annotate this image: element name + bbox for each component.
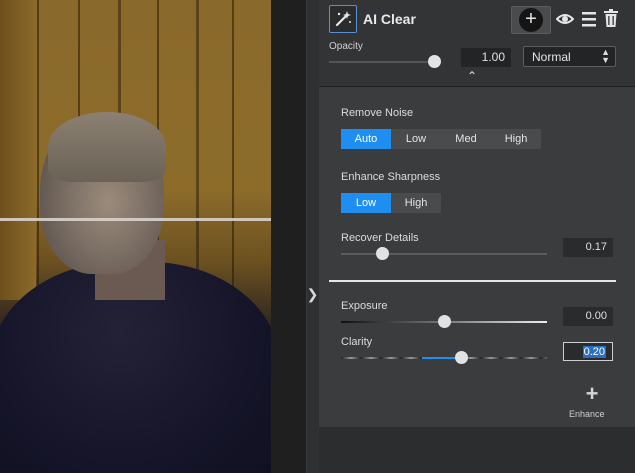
recover-details-slider-track[interactable] — [341, 253, 547, 255]
clarity-label: Clarity — [341, 336, 373, 348]
clarity-value-input[interactable]: 0.20 — [563, 342, 613, 361]
remove-noise-option[interactable]: Auto — [341, 129, 391, 149]
clarity-slider-knob[interactable] — [455, 351, 468, 364]
compare-split-line[interactable] — [0, 218, 271, 221]
blend-mode-value: Normal — [532, 50, 571, 64]
remove-noise-option[interactable]: Med — [441, 129, 491, 149]
panel-bottom — [319, 427, 635, 473]
eye-icon[interactable] — [556, 10, 574, 28]
clarity-value-selected: 0.20 — [582, 346, 606, 358]
section-divider — [329, 280, 616, 282]
remove-noise-segmented: Auto Low Med High — [341, 129, 541, 149]
remove-noise-option[interactable]: High — [491, 129, 541, 149]
chevron-up-icon[interactable]: ⌃ — [465, 70, 479, 82]
opacity-slider-track[interactable] — [329, 61, 439, 63]
panel-collapse-tab[interactable] — [306, 0, 320, 473]
add-circle-icon: + — [519, 8, 543, 32]
remove-noise-label: Remove Noise — [341, 107, 414, 119]
add-mask-button[interactable]: + — [511, 6, 551, 34]
layer-title: AI Clear — [363, 11, 416, 27]
wood-plank-seam — [37, 0, 39, 300]
exposure-slider-knob[interactable] — [438, 315, 451, 328]
recover-details-slider-knob[interactable] — [376, 247, 389, 260]
photo-canvas[interactable] — [0, 0, 271, 473]
opacity-value[interactable]: 1.00 — [461, 48, 511, 67]
magic-wand-icon[interactable] — [329, 5, 357, 33]
enhance-sharpness-label: Enhance Sharpness — [341, 171, 441, 183]
chevron-right-icon[interactable]: ❯ — [306, 286, 319, 302]
enhance-sharpness-option[interactable]: High — [391, 193, 441, 213]
recover-details-label: Recover Details — [341, 232, 419, 244]
plus-icon[interactable]: + — [582, 383, 602, 405]
trash-icon[interactable] — [604, 9, 618, 27]
blend-mode-select[interactable]: Normal ▲ ▼ — [523, 46, 616, 67]
wood-plank-seam — [196, 0, 199, 300]
canvas-gutter — [271, 0, 306, 473]
exposure-value[interactable]: 0.00 — [563, 307, 613, 326]
updown-arrows-icon: ▲ ▼ — [601, 47, 610, 65]
settings-section: Remove Noise Auto Low Med High Enhance S… — [319, 87, 635, 427]
wood-wall — [0, 0, 36, 300]
layer-header: AI Clear + Opacity 1.00 Normal ▲ ▼ ⌃ — [319, 0, 635, 87]
subject-hair — [48, 112, 166, 182]
enhance-button-label[interactable]: Enhance — [569, 409, 605, 419]
remove-noise-option[interactable]: Low — [391, 129, 441, 149]
enhance-sharpness-option[interactable]: Low — [341, 193, 391, 213]
menu-icon[interactable] — [582, 10, 596, 28]
exposure-label: Exposure — [341, 300, 388, 312]
recover-details-value[interactable]: 0.17 — [563, 238, 613, 257]
opacity-slider-knob[interactable] — [428, 55, 441, 68]
opacity-label: Opacity — [329, 41, 363, 52]
wood-plank-seam — [232, 0, 234, 300]
filter-panel: AI Clear + Opacity 1.00 Normal ▲ ▼ ⌃ Rem… — [319, 0, 635, 473]
enhance-sharpness-segmented: Low High — [341, 193, 441, 213]
